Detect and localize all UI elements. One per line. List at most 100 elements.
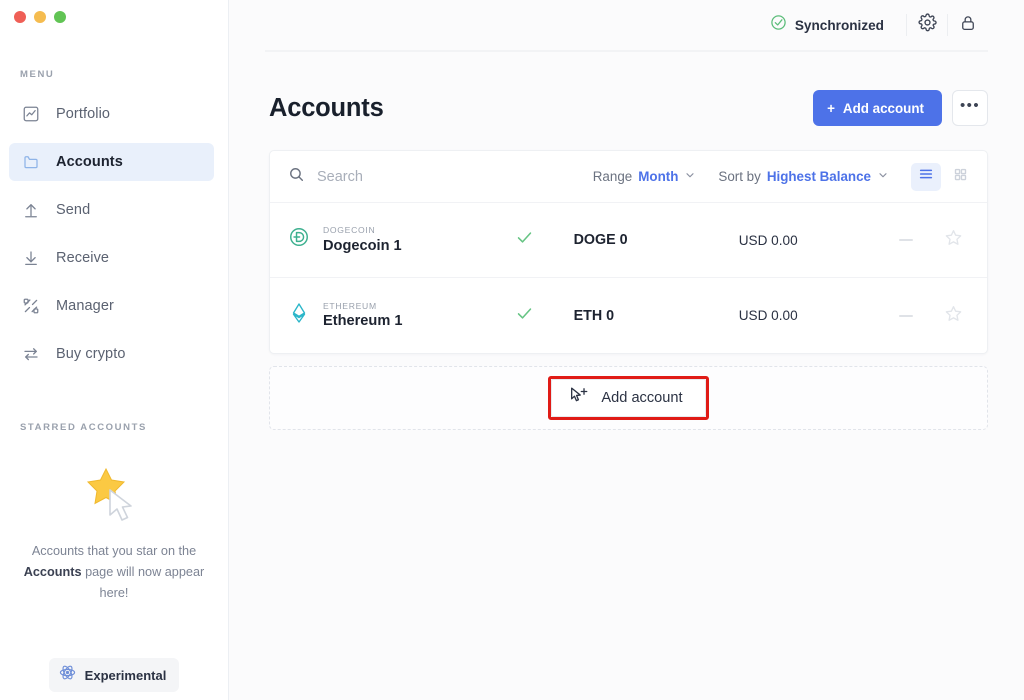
lock-button[interactable]: [948, 8, 988, 42]
starred-empty-line-2: page will now appear: [85, 565, 204, 579]
account-fiat-balance: USD 0.00: [739, 308, 868, 323]
sidebar-item-label: Buy crypto: [56, 346, 126, 362]
account-change: [868, 239, 944, 241]
star-outline-icon: [944, 228, 963, 252]
search-input[interactable]: [317, 169, 577, 185]
account-change: [868, 315, 944, 317]
sidebar-item-manager[interactable]: Manager: [9, 287, 214, 325]
range-filter-label: Range: [593, 169, 632, 184]
arrow-down-icon: [22, 249, 40, 267]
add-account-button-header[interactable]: + Add account: [813, 90, 942, 126]
account-star-button[interactable]: [944, 228, 969, 252]
add-account-dropzone: Add account: [269, 366, 988, 430]
check-icon: [515, 228, 534, 252]
grid-view-icon: [953, 167, 968, 187]
grid-view-button[interactable]: [945, 163, 975, 191]
account-name: Dogecoin 1: [323, 237, 402, 256]
sidebar-item-label: Manager: [56, 298, 114, 314]
settings-button[interactable]: [907, 8, 947, 42]
plus-icon: +: [827, 101, 835, 116]
account-crypto-balance: ETH 0: [574, 308, 739, 324]
add-account-button[interactable]: Add account: [551, 379, 705, 417]
sync-status-label: Synchronized: [795, 18, 884, 33]
swap-arrows-icon: [22, 345, 40, 363]
sidebar-item-label: Portfolio: [56, 106, 110, 122]
account-star-button[interactable]: [944, 304, 969, 328]
account-identity: DOGECOIN Dogecoin 1: [288, 224, 475, 256]
sidebar-item-portfolio[interactable]: Portfolio: [9, 95, 214, 133]
account-name-block: ETHEREUM Ethereum 1: [323, 300, 402, 332]
view-toggle-group: [911, 163, 975, 191]
starred-empty-line-1: Accounts that you star on the: [32, 544, 196, 558]
sidebar-item-buy-crypto[interactable]: Buy crypto: [9, 335, 214, 373]
list-view-icon: [918, 166, 934, 187]
sync-status[interactable]: Synchronized: [770, 14, 884, 36]
table-row[interactable]: ETHEREUM Ethereum 1 ETH 0 USD 0.00: [270, 278, 987, 353]
star-cursor-illustration: [22, 457, 206, 535]
experimental-button[interactable]: Experimental: [49, 658, 180, 692]
add-account-button-label: Add account: [601, 390, 682, 406]
page-title: Accounts: [269, 94, 384, 123]
account-name-block: DOGECOIN Dogecoin 1: [323, 224, 402, 256]
minimize-window-button[interactable]: [34, 11, 46, 23]
table-row[interactable]: DOGECOIN Dogecoin 1 DOGE 0 USD 0.00: [270, 203, 987, 278]
page-header: Accounts + Add account •••: [229, 50, 1024, 126]
topbar-bottom-rule: [265, 50, 988, 52]
account-crypto-balance: DOGE 0: [574, 232, 739, 248]
sort-filter[interactable]: Sort by Highest Balance: [718, 168, 889, 186]
experimental-footer: Experimental: [0, 658, 228, 692]
gear-icon: [918, 13, 937, 37]
sort-filter-value: Highest Balance: [767, 169, 871, 184]
page-header-actions: + Add account •••: [813, 90, 988, 126]
zoom-window-button[interactable]: [54, 11, 66, 23]
sort-filter-label: Sort by: [718, 169, 760, 184]
search-icon: [288, 166, 305, 188]
add-account-label: Add account: [843, 101, 924, 116]
sidebar-menu: Portfolio Accounts Sen: [0, 90, 228, 378]
window-traffic-lights: [0, 0, 228, 34]
account-identity: ETHEREUM Ethereum 1: [288, 300, 475, 332]
account-sync-status: [475, 304, 573, 328]
app-window: MENU Portfolio Accounts: [0, 0, 1024, 700]
account-sync-status: [475, 228, 573, 252]
nano-manager-icon: [22, 297, 40, 315]
starred-accounts-header: STARRED ACCOUNTS: [0, 422, 228, 433]
starred-empty-bold: Accounts: [24, 565, 82, 579]
range-filter[interactable]: Range Month: [593, 168, 697, 186]
sidebar-menu-header: MENU: [0, 69, 228, 80]
arrow-up-icon: [22, 201, 40, 219]
accounts-card: Range Month Sort by Highest Balance: [269, 150, 988, 354]
sidebar-item-label: Receive: [56, 250, 109, 266]
experimental-label: Experimental: [85, 668, 167, 683]
account-fiat-balance: USD 0.00: [739, 233, 868, 248]
topbar: Synchronized: [229, 0, 1024, 50]
sidebar-item-accounts[interactable]: Accounts: [9, 143, 214, 181]
no-change-dash: [899, 315, 913, 317]
sidebar-item-label: Accounts: [56, 154, 123, 170]
search-area: [288, 166, 593, 188]
account-ticker: ETHEREUM: [323, 300, 402, 313]
sidebar-item-receive[interactable]: Receive: [9, 239, 214, 277]
sidebar-item-send[interactable]: Send: [9, 191, 214, 229]
cursor-plus-icon: [568, 385, 589, 411]
starred-accounts-empty-state: Accounts that you star on the Accounts p…: [0, 457, 228, 604]
sidebar: MENU Portfolio Accounts: [0, 0, 229, 700]
starred-empty-text: Accounts that you star on the Accounts p…: [22, 541, 206, 604]
account-name: Ethereum 1: [323, 312, 402, 331]
atom-icon: [59, 664, 76, 686]
accounts-filter-bar: Range Month Sort by Highest Balance: [270, 151, 987, 203]
chart-line-icon: [22, 105, 40, 123]
wallet-icon: [22, 153, 40, 171]
range-filter-value: Month: [638, 169, 678, 184]
star-outline-icon: [944, 304, 963, 328]
dogecoin-icon: [288, 226, 310, 253]
check-icon: [515, 304, 534, 328]
chevron-down-icon: [877, 168, 889, 186]
lock-icon: [959, 14, 977, 37]
list-view-button[interactable]: [911, 163, 941, 191]
more-options-button[interactable]: •••: [952, 90, 988, 126]
close-window-button[interactable]: [14, 11, 26, 23]
ethereum-icon: [288, 302, 310, 329]
chevron-down-icon: [684, 168, 696, 186]
no-change-dash: [899, 239, 913, 241]
